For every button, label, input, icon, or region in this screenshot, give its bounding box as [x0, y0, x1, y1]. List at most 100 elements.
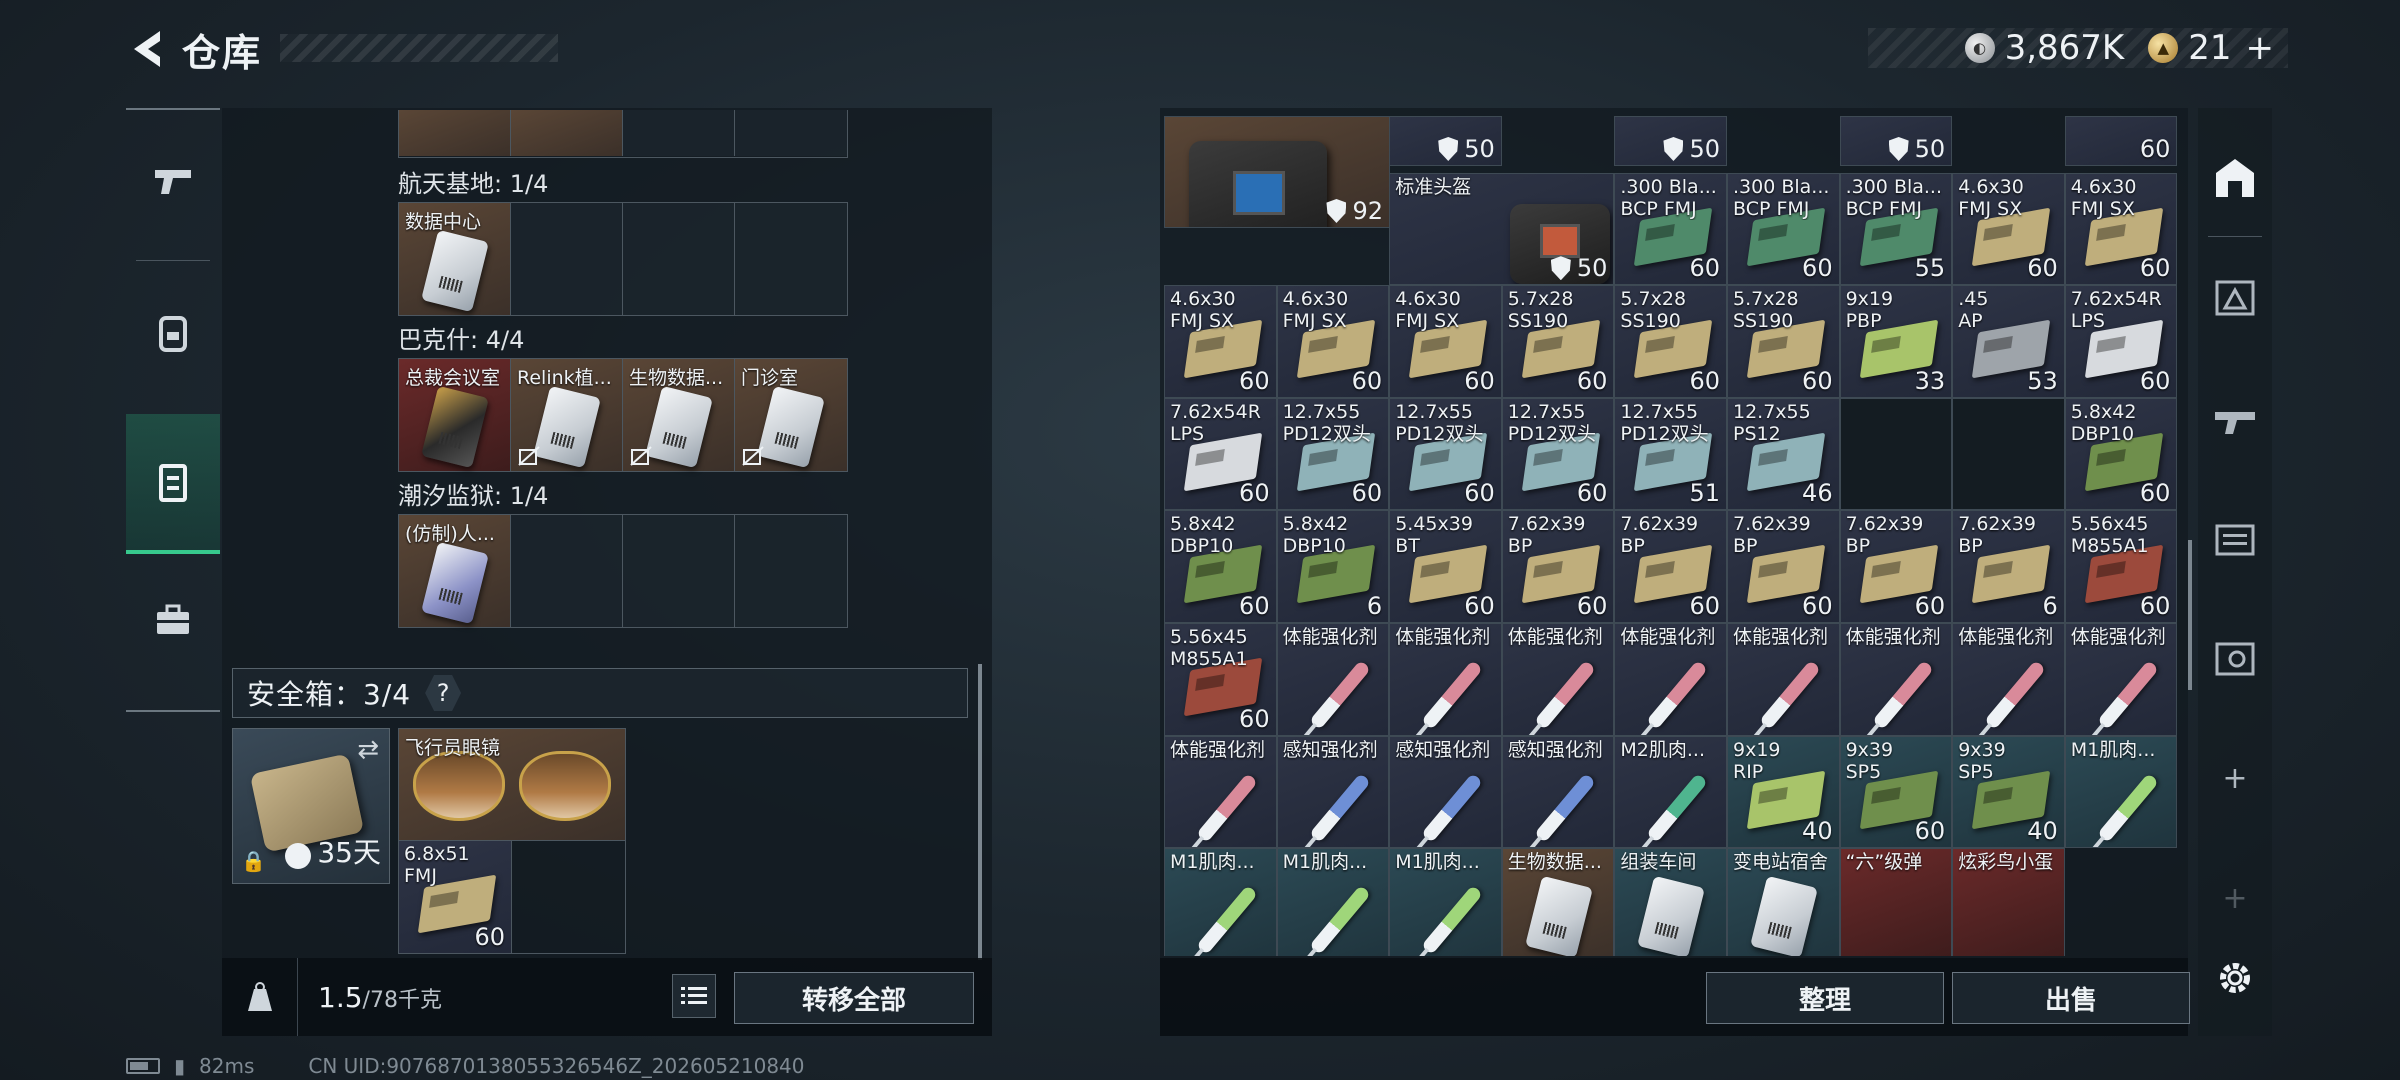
inventory-item[interactable]: 5.56x45 M855A1 60: [1164, 623, 1277, 736]
inventory-item[interactable]: 体能强化剂: [2064, 623, 2178, 736]
rail-tab-toolbox[interactable]: [126, 550, 220, 690]
inventory-item[interactable]: 12.7x55 PD12双头 60: [1276, 397, 1390, 511]
inventory-item[interactable]: 感知强化剂: [1389, 735, 1502, 849]
slot[interactable]: [735, 110, 847, 156]
inventory-item[interactable]: 9x19 PBP 33: [1839, 285, 1953, 398]
inventory-item[interactable]: 4.6x30 FMJ SX 60: [1276, 285, 1390, 398]
inventory-item[interactable]: 7.62x54R LPS 60: [1164, 397, 1277, 511]
inventory-item[interactable]: 5.7x28 SS190 60: [1501, 285, 1615, 398]
ammo-item-6.8x51[interactable]: 6.8x51 FMJ 60: [399, 841, 512, 953]
inventory-item[interactable]: 9x39 SP5 60: [1839, 735, 1953, 849]
empty-slot[interactable]: [623, 203, 735, 315]
empty-slot[interactable]: [511, 203, 623, 315]
slot[interactable]: [399, 110, 511, 156]
swap-icon[interactable]: ⇄: [357, 735, 379, 765]
safebox-case[interactable]: ⇄ 🔒 35天: [232, 728, 390, 884]
inventory-item[interactable]: 60: [2064, 116, 2178, 166]
inventory-item[interactable]: M1肌肉...: [1276, 848, 1390, 956]
stash-tab-4[interactable]: [2198, 608, 2272, 708]
inventory-item[interactable]: 感知强化剂: [1276, 735, 1390, 849]
keycard-slot[interactable]: 总裁会议室: [399, 359, 511, 471]
inventory-item[interactable]: 9x39 SP5 40: [1952, 735, 2065, 849]
aviator-glasses-item[interactable]: 飞行员眼镜: [399, 729, 625, 841]
inventory-item[interactable]: 5.45x39 BT 60: [1389, 510, 1502, 624]
inventory-item[interactable]: M2肌肉...: [1614, 735, 1727, 849]
inventory-item[interactable]: 5.8x42 DBP10 6: [1276, 510, 1390, 624]
inventory-item[interactable]: 12.7x55 PD12双头 51: [1614, 397, 1727, 511]
inventory-item[interactable]: 7.62x39 BP 6: [1952, 510, 2065, 624]
empty-slot[interactable]: [735, 203, 847, 315]
empty-slot[interactable]: [511, 515, 623, 627]
inventory-item[interactable]: 12.7x55 PD12双头 60: [1389, 397, 1502, 511]
keycard-slot[interactable]: 门诊室: [735, 359, 847, 471]
inventory-item[interactable]: 体能强化剂: [1389, 623, 1502, 736]
inventory-item[interactable]: 5.8x42 DBP10 60: [1164, 510, 1277, 624]
stash-tab-3-c[interactable]: [2198, 488, 2272, 588]
add-stash-button[interactable]: +: [2198, 728, 2272, 828]
empty-slot[interactable]: [623, 515, 735, 627]
inventory-item[interactable]: 12.7x55 PD12双头 60: [1501, 397, 1615, 511]
stash-tab-3-a[interactable]: [2198, 248, 2272, 348]
inventory-item[interactable]: 体能强化剂: [1501, 623, 1615, 736]
inventory-item[interactable]: .300 Bla... BCP FMJ 60: [1614, 172, 1727, 286]
sort-button[interactable]: 整理: [1706, 972, 1944, 1024]
inventory-item[interactable]: 5.7x28 SS190 60: [1727, 285, 1840, 398]
slot[interactable]: [511, 110, 623, 156]
inventory-item[interactable]: 9x19 RIP 40: [1727, 735, 1840, 849]
rail-tab-weapons[interactable]: [126, 110, 220, 250]
inventory-item[interactable]: 7.62x39 BP 60: [1727, 510, 1840, 624]
inventory-item[interactable]: 体能强化剂: [1164, 735, 1277, 849]
back-button[interactable]: [120, 22, 172, 76]
inventory-item[interactable]: 体能强化剂: [1276, 623, 1390, 736]
rail-tab-safebox[interactable]: [126, 414, 220, 554]
inventory-item[interactable]: .45 AP 53: [1952, 285, 2065, 398]
inventory-item[interactable]: 体能强化剂: [1839, 623, 1953, 736]
inventory-item[interactable]: 体能强化剂: [1952, 623, 2065, 736]
stash-tab-3-b[interactable]: [2198, 368, 2272, 468]
inventory-item[interactable]: 组装车间: [1614, 848, 1727, 956]
inventory-item[interactable]: 体能强化剂: [1727, 623, 1840, 736]
keycard-slot[interactable]: (仿制)人...: [399, 515, 511, 627]
keycard-slot[interactable]: 数据中心: [399, 203, 511, 315]
inventory-item[interactable]: 变电站宿舍: [1727, 848, 1840, 956]
transfer-all-button[interactable]: 转移全部: [734, 972, 974, 1024]
backpack-item[interactable]: 92: [1164, 116, 1390, 228]
slot[interactable]: [623, 110, 735, 156]
inventory-item[interactable]: 7.62x54R LPS 60: [2064, 285, 2178, 398]
sell-button[interactable]: 出售: [1952, 972, 2190, 1024]
settings-button[interactable]: [2198, 928, 2272, 1028]
inventory-item[interactable]: M1肌肉...: [1389, 848, 1502, 956]
inventory-item[interactable]: 标准头盔 50: [1389, 172, 1615, 286]
inventory-item[interactable]: 体能强化剂: [1614, 623, 1727, 736]
inventory-item[interactable]: 4.6x30 FMJ SX 60: [2064, 172, 2178, 286]
list-view-button[interactable]: [672, 974, 716, 1018]
right-scrollbar[interactable]: [2188, 540, 2192, 690]
inventory-item[interactable]: 感知强化剂: [1501, 735, 1615, 849]
inventory-item[interactable]: .300 Bla... BCP FMJ 55: [1839, 172, 1953, 286]
inventory-item[interactable]: .300 Bla... BCP FMJ 60: [1727, 172, 1840, 286]
inventory-item[interactable]: 4.6x30 FMJ SX 60: [1952, 172, 2065, 286]
inventory-item[interactable]: “六”级弹: [1839, 848, 1953, 956]
inventory-item[interactable]: 7.62x39 BP 60: [1614, 510, 1727, 624]
inventory-item[interactable]: 50: [1389, 116, 1502, 166]
inventory-item[interactable]: 12.7x55 PS12 46: [1727, 397, 1840, 511]
inventory-item[interactable]: 炫彩鸟小蛋: [1952, 848, 2065, 956]
inventory-item[interactable]: M1肌肉...: [2064, 735, 2178, 849]
rail-tab-backpack[interactable]: [126, 262, 220, 402]
inventory-item[interactable]: 5.8x42 DBP10 60: [2064, 397, 2178, 511]
keycard-slot[interactable]: Relink植...: [511, 359, 623, 471]
inventory-item[interactable]: 4.6x30 FMJ SX 60: [1164, 285, 1277, 398]
inventory-item[interactable]: 5.56x45 M855A1 60: [2064, 510, 2178, 624]
inventory-item[interactable]: M1肌肉...: [1164, 848, 1277, 956]
inventory-item[interactable]: 5.7x28 SS190 60: [1614, 285, 1727, 398]
inventory-item[interactable]: 50: [1614, 116, 1727, 166]
keycard-slot[interactable]: 生物数据...: [623, 359, 735, 471]
help-button[interactable]: ?: [425, 675, 462, 711]
left-scrollbar[interactable]: [978, 664, 982, 960]
inventory-item[interactable]: 4.6x30 FMJ SX 60: [1389, 285, 1502, 398]
inventory-item[interactable]: 7.62x39 BP 60: [1501, 510, 1615, 624]
warehouse-tab[interactable]: [2198, 128, 2272, 228]
inventory-item[interactable]: 50: [1839, 116, 1953, 166]
add-gold-button[interactable]: +: [2246, 28, 2275, 68]
inventory-item[interactable]: 生物数据...: [1501, 848, 1615, 956]
